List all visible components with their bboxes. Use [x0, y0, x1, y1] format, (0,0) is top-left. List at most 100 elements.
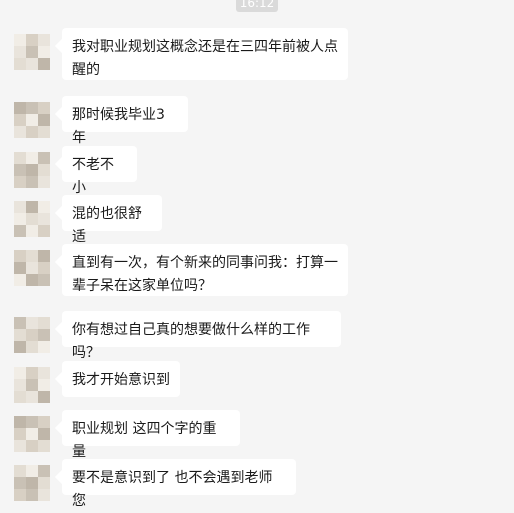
- avatar-pixel: [26, 367, 38, 379]
- avatar-pixel: [26, 379, 38, 391]
- message-bubble[interactable]: 混的也很舒适: [62, 195, 162, 245]
- avatar-pixel: [14, 164, 26, 176]
- contact-avatar[interactable]: [14, 317, 50, 353]
- avatar-pixel: [14, 341, 26, 353]
- avatar-pixel: [26, 250, 38, 262]
- avatar-pixel: [14, 317, 26, 329]
- avatar-pixel: [38, 58, 50, 70]
- avatar-pixel: [26, 46, 38, 58]
- avatar-pixel: [38, 428, 50, 440]
- avatar-pixel: [14, 367, 26, 379]
- avatar-pixel: [14, 152, 26, 164]
- avatar-pixel: [14, 58, 26, 70]
- avatar-pixel: [26, 274, 38, 286]
- avatar-pixel: [38, 379, 50, 391]
- contact-avatar[interactable]: [14, 102, 50, 138]
- message-bubble[interactable]: 我才开始意识到: [62, 361, 180, 397]
- avatar-pixel: [14, 329, 26, 341]
- message-text: 我才开始意识到: [72, 372, 170, 388]
- avatar-pixel: [26, 428, 38, 440]
- avatar-pixel: [14, 250, 26, 262]
- avatar-pixel: [14, 176, 26, 188]
- message-text: 要不是意识到了 也不会遇到老师您: [72, 470, 273, 509]
- avatar-pixel: [38, 440, 50, 452]
- avatar-pixel: [26, 126, 38, 138]
- message-bubble[interactable]: 不老不小: [62, 146, 137, 196]
- avatar-pixel: [14, 213, 26, 225]
- avatar-pixel: [14, 416, 26, 428]
- avatar-pixel: [26, 391, 38, 403]
- contact-avatar[interactable]: [14, 416, 50, 452]
- avatar-pixel: [14, 379, 26, 391]
- avatar-pixel: [26, 176, 38, 188]
- avatar-pixel: [38, 102, 50, 114]
- avatar-pixel: [14, 34, 26, 46]
- contact-avatar[interactable]: [14, 250, 50, 286]
- avatar-pixel: [14, 477, 26, 489]
- avatar-pixel: [38, 114, 50, 126]
- avatar-pixel: [14, 225, 26, 237]
- avatar-pixel: [14, 391, 26, 403]
- avatar-pixel: [14, 201, 26, 213]
- avatar-pixel: [14, 274, 26, 286]
- avatar-pixel: [14, 489, 26, 501]
- avatar-pixel: [26, 477, 38, 489]
- chat-timestamp: 16:12: [236, 0, 278, 12]
- message-bubble[interactable]: 职业规划 这四个字的重量: [62, 410, 240, 460]
- avatar-pixel: [26, 489, 38, 501]
- avatar-pixel: [14, 440, 26, 452]
- message-text: 直到有一次，有个新来的同事问我：打算一辈子呆在这家单位吗？: [72, 255, 338, 294]
- message-bubble[interactable]: 要不是意识到了 也不会遇到老师您: [62, 459, 296, 509]
- avatar-pixel: [26, 152, 38, 164]
- avatar-pixel: [38, 176, 50, 188]
- avatar-pixel: [38, 317, 50, 329]
- avatar-pixel: [26, 225, 38, 237]
- message-text: 职业规划 这四个字的重量: [72, 421, 217, 460]
- contact-avatar[interactable]: [14, 34, 50, 70]
- avatar-pixel: [38, 367, 50, 379]
- avatar-pixel: [26, 102, 38, 114]
- avatar-pixel: [38, 341, 50, 353]
- avatar-pixel: [26, 114, 38, 126]
- avatar-pixel: [38, 274, 50, 286]
- avatar-pixel: [38, 477, 50, 489]
- avatar-pixel: [26, 440, 38, 452]
- avatar-pixel: [14, 262, 26, 274]
- contact-avatar[interactable]: [14, 201, 50, 237]
- avatar-pixel: [38, 152, 50, 164]
- message-text: 混的也很舒适: [72, 206, 142, 245]
- avatar-pixel: [14, 46, 26, 58]
- contact-avatar[interactable]: [14, 152, 50, 188]
- avatar-pixel: [26, 317, 38, 329]
- avatar-pixel: [38, 213, 50, 225]
- avatar-pixel: [14, 428, 26, 440]
- contact-avatar[interactable]: [14, 367, 50, 403]
- avatar-pixel: [26, 465, 38, 477]
- message-bubble[interactable]: 直到有一次，有个新来的同事问我：打算一辈子呆在这家单位吗？: [62, 244, 348, 296]
- avatar-pixel: [38, 164, 50, 176]
- avatar-pixel: [26, 213, 38, 225]
- avatar-pixel: [38, 416, 50, 428]
- avatar-pixel: [26, 201, 38, 213]
- avatar-pixel: [26, 164, 38, 176]
- message-text: 不老不小: [72, 157, 114, 196]
- avatar-pixel: [26, 329, 38, 341]
- avatar-pixel: [38, 201, 50, 213]
- message-text: 你有想过自己真的想要做什么样的工作吗？: [72, 322, 310, 361]
- avatar-pixel: [38, 489, 50, 501]
- avatar-pixel: [14, 126, 26, 138]
- message-bubble[interactable]: 我对职业规划这概念还是在三四年前被人点醒的: [62, 28, 348, 80]
- message-text: 我对职业规划这概念还是在三四年前被人点醒的: [72, 39, 338, 78]
- avatar-pixel: [38, 250, 50, 262]
- avatar-pixel: [38, 34, 50, 46]
- avatar-pixel: [38, 465, 50, 477]
- avatar-pixel: [38, 391, 50, 403]
- avatar-pixel: [14, 102, 26, 114]
- avatar-pixel: [38, 46, 50, 58]
- avatar-pixel: [26, 416, 38, 428]
- avatar-pixel: [26, 341, 38, 353]
- message-bubble[interactable]: 你有想过自己真的想要做什么样的工作吗？: [62, 311, 341, 361]
- message-text: 那时候我毕业3年: [72, 107, 165, 146]
- message-bubble[interactable]: 那时候我毕业3年: [62, 96, 188, 146]
- avatar-pixel: [38, 126, 50, 138]
